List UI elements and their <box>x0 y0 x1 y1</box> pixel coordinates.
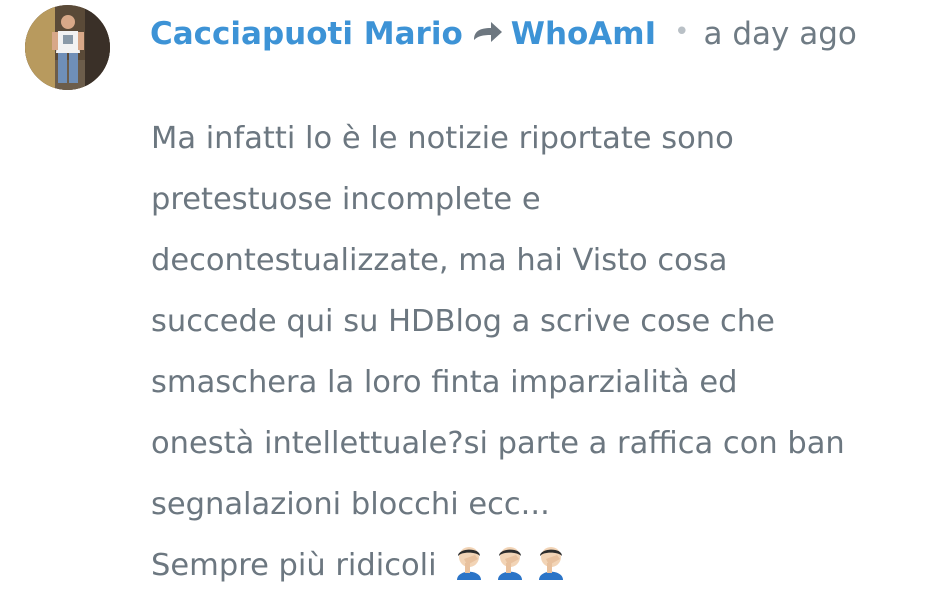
timestamp[interactable]: a day ago <box>703 16 856 52</box>
comment-line: smaschera la loro finta imparzialità ed <box>151 365 738 400</box>
comment-line: pretestuose incomplete e <box>151 182 541 217</box>
facepalm-emoji-icon <box>451 541 487 580</box>
comment-line: decontestualizzate, ma hai Visto cosa <box>151 243 728 278</box>
comment-line: succede qui su HDBlog a scrive cose che <box>151 304 775 339</box>
reply-arrow-icon <box>471 19 505 49</box>
avatar-image <box>25 5 110 90</box>
avatar[interactable] <box>25 5 110 90</box>
facepalm-emoji-icon <box>533 541 569 580</box>
comment-body: Ma infatti lo è le notizie riportate son… <box>151 108 921 596</box>
facepalm-emoji-icon <box>492 541 528 580</box>
comment-line: segnalazioni blocchi ecc... <box>151 487 550 522</box>
comment-line: onestà intellettuale?si parte a raffica … <box>151 426 845 461</box>
separator-dot: • <box>674 17 690 47</box>
comment-line: Ma infatti lo è le notizie riportate son… <box>151 121 734 156</box>
comment-last-line: Sempre più ridicoli <box>151 535 921 596</box>
author-name[interactable]: Cacciapuoti Mario <box>150 16 463 52</box>
comment-header: Cacciapuoti Mario WhoAmI • a day ago <box>150 8 857 60</box>
comment-line: Sempre più ridicoli <box>151 548 437 583</box>
reply-to-user[interactable]: WhoAmI <box>511 16 656 52</box>
comment: Cacciapuoti Mario WhoAmI • a day ago Ma … <box>0 0 946 606</box>
